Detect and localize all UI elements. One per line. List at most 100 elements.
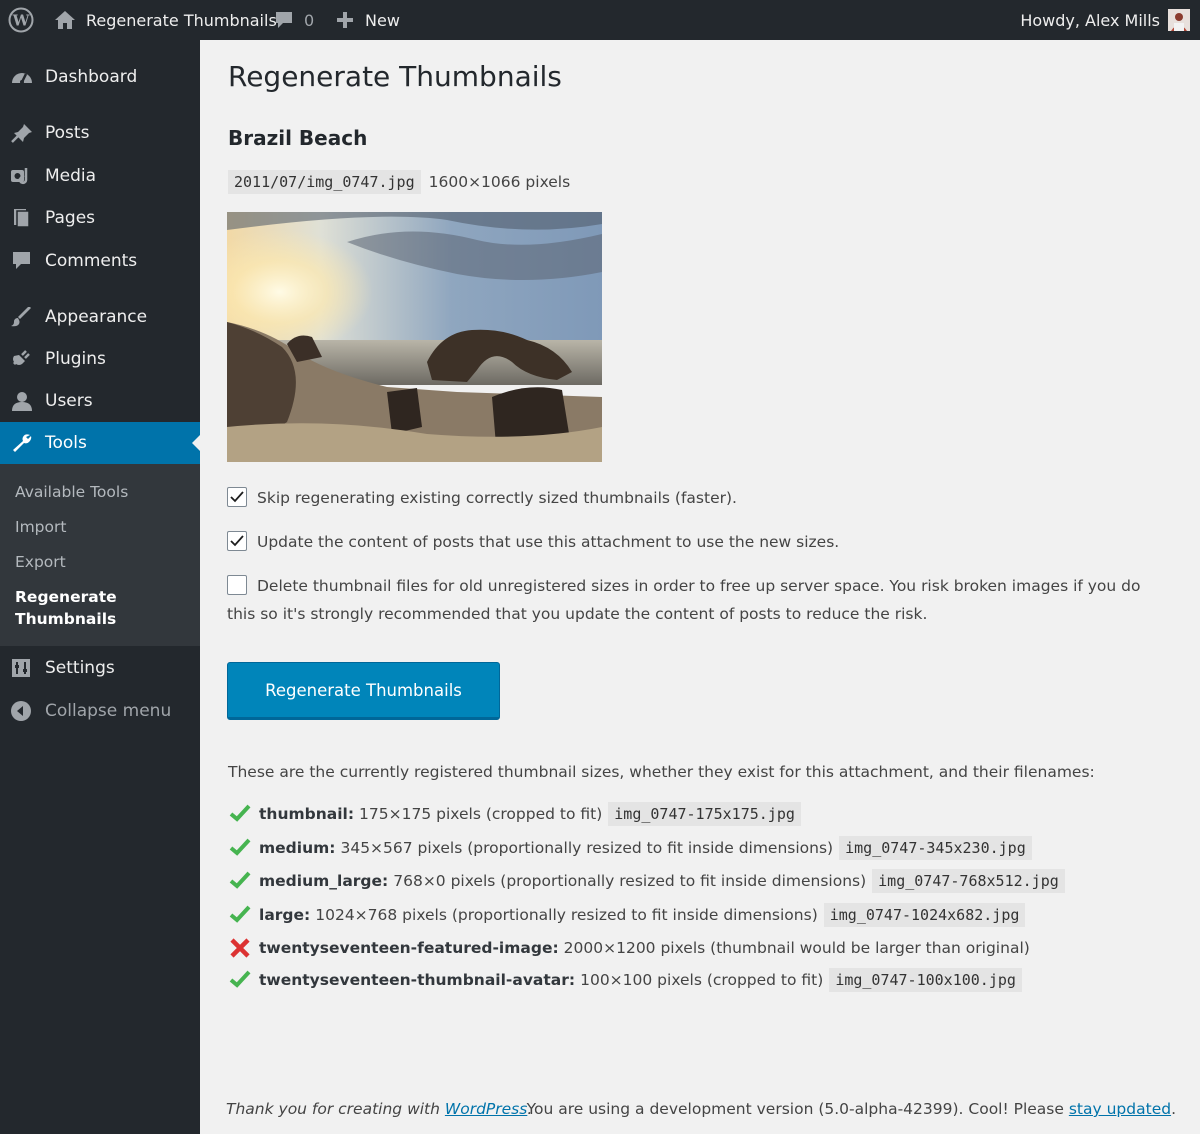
comment-icon [11,251,33,271]
size-desc: 100×100 pixels (cropped to fit) [580,971,824,989]
size-row: medium_large: 768×0 pixels (proportional… [229,867,1065,895]
sidebar-item-media[interactable]: Media [0,155,200,197]
tools-submenu: Available Tools Import Export Regenerate… [0,464,200,646]
plus-icon [335,10,355,30]
checkmark-icon [229,871,251,891]
footer-version: You are using a development version (5.0… [527,1100,1176,1118]
option-label: Update the content of posts that use thi… [257,533,840,551]
delete-old-checkbox[interactable] [227,574,247,595]
size-row: thumbnail: 175×175 pixels (cropped to fi… [229,800,801,828]
sidebar-item-label: Dashboard [45,67,138,87]
home-icon [54,10,76,30]
sidebar-item-plugins[interactable]: Plugins [0,338,200,380]
sidebar-item-pages[interactable]: Pages [0,197,200,239]
size-name: medium_large: [259,872,389,890]
new-content-link[interactable]: New [335,0,400,40]
size-name: medium: [259,839,336,857]
checkmark-icon [229,905,251,925]
howdy-text: Howdy, Alex Mills [1020,10,1160,30]
submenu-item-export[interactable]: Export [15,551,66,573]
footer-thankyou: Thank you for creating with WordPress. [226,1100,532,1118]
update-posts-checkbox[interactable] [227,530,247,551]
checkmark-icon [229,838,251,858]
size-file: img_0747-345x230.jpg [839,836,1032,860]
submenu-item-regenerate-thumbnails[interactable]: Regenerate Thumbnails [15,586,125,630]
size-file: img_0747-768x512.jpg [872,869,1065,893]
file-info: 2011/07/img_0747.jpg 1600×1066 pixels [228,170,570,194]
sidebar-item-label: Pages [45,208,96,228]
svg-text:W: W [12,12,31,30]
sidebar-item-posts[interactable]: Posts [0,112,200,154]
page-title: Regenerate Thumbnails [228,60,562,93]
user-icon [11,391,33,411]
checkmark-icon [229,970,251,990]
wordpress-link[interactable]: WordPress [445,1100,527,1118]
file-dimensions: 1600×1066 pixels [428,173,571,191]
collapse-menu-button[interactable]: Collapse menu [0,690,200,732]
sidebar-item-appearance[interactable]: Appearance [0,296,200,338]
submenu-item-available-tools[interactable]: Available Tools [15,481,128,503]
sidebar-item-comments[interactable]: Comments [0,240,200,282]
option-label: Delete thumbnail files for old unregiste… [227,577,1141,623]
settings-icon [11,658,33,678]
dashboard-icon [11,67,33,87]
size-name: thumbnail: [259,805,355,823]
checkmark-icon [229,804,251,824]
admin-bar: W Regenerate Thumbnails 0 New Howdy, Ale… [0,0,1200,40]
skip-existing-checkbox[interactable] [227,486,247,507]
pin-icon [11,123,33,143]
comments-link[interactable]: 0 [274,0,314,40]
wrench-icon [11,433,33,453]
stay-updated-link[interactable]: stay updated [1069,1100,1171,1118]
size-name: twentyseventeen-featured-image: [259,939,559,957]
plug-icon [11,349,33,369]
submenu-item-import[interactable]: Import [15,516,66,538]
size-desc: 2000×1200 pixels (thumbnail would be lar… [563,939,1030,957]
size-desc: 768×0 pixels (proportionally resized to … [393,872,867,890]
sidebar-item-dashboard[interactable]: Dashboard [0,56,200,98]
account-menu[interactable]: Howdy, Alex Mills [1020,0,1190,40]
size-desc: 1024×768 pixels (proportionally resized … [315,906,818,924]
option-label: Skip regenerating existing correctly siz… [257,489,737,507]
attachment-preview-image [227,212,602,462]
sidebar-item-label: Collapse menu [45,701,172,721]
sidebar-item-label: Users [45,391,93,411]
size-name: twentyseventeen-thumbnail-avatar: [259,971,576,989]
size-row: medium: 345×567 pixels (proportionally r… [229,834,1032,862]
regenerate-thumbnails-button[interactable]: Regenerate Thumbnails [227,662,500,720]
sidebar-item-tools[interactable]: Tools [0,422,200,464]
admin-sidebar: Dashboard Posts Media Pages Comments App… [0,40,200,1134]
site-name-link[interactable]: Regenerate Thumbnails [54,0,277,40]
size-row: twentyseventeen-featured-image: 2000×120… [229,934,1030,962]
sizes-intro: These are the currently registered thumb… [228,763,1095,781]
size-row: twentyseventeen-thumbnail-avatar: 100×10… [229,966,1022,994]
footer-thanks-text: Thank you for creating with [226,1100,445,1118]
new-label: New [365,10,400,30]
size-file: img_0747-175x175.jpg [608,802,801,826]
sidebar-item-label: Media [45,166,97,186]
option-skip-existing[interactable]: Skip regenerating existing correctly siz… [227,484,737,512]
avatar [1168,9,1190,31]
file-path: 2011/07/img_0747.jpg [228,170,421,194]
wordpress-logo-icon[interactable]: W [8,0,34,40]
brush-icon [11,306,33,327]
footer-version-text: You are using a development version (5.0… [526,1100,1069,1118]
sidebar-item-users[interactable]: Users [0,380,200,422]
size-file: img_0747-1024x682.jpg [823,903,1026,927]
sidebar-item-label: Tools [45,433,87,453]
collapse-icon [11,701,33,721]
sidebar-item-label: Comments [45,251,138,271]
sidebar-item-settings[interactable]: Settings [0,647,200,689]
size-row: large: 1024×768 pixels (proportionally r… [229,901,1026,929]
option-delete-old[interactable]: Delete thumbnail files for old unregiste… [227,572,1167,628]
attachment-title: Brazil Beach [228,126,368,150]
pages-icon [11,208,33,228]
sidebar-item-label: Posts [45,123,90,143]
size-desc: 175×175 pixels (cropped to fit) [359,805,603,823]
error-x-icon [229,938,251,958]
media-icon [11,166,33,186]
size-name: large: [259,906,311,924]
option-update-posts[interactable]: Update the content of posts that use thi… [227,528,839,556]
comment-bubble-icon [274,10,294,30]
comments-count: 0 [304,10,315,30]
